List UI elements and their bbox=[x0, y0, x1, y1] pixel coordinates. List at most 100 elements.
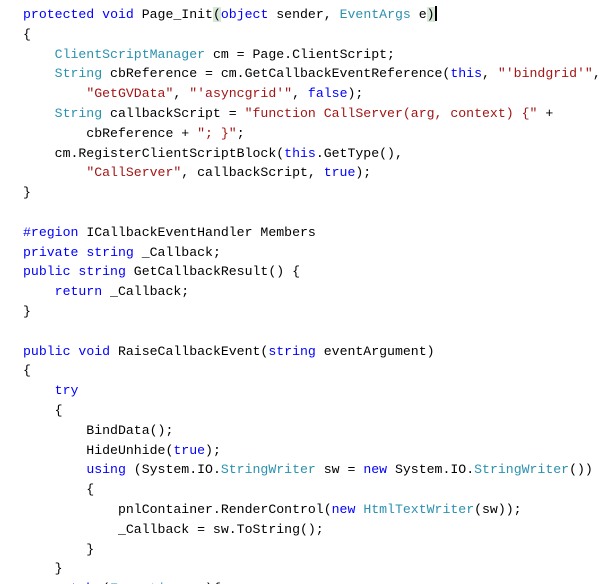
code-token-kw: string bbox=[86, 244, 134, 260]
code-token-plain: BindData(); bbox=[23, 422, 174, 438]
code-token-kw: true bbox=[173, 442, 206, 458]
code-token-plain: ICallbackEventHandler Members bbox=[78, 224, 316, 240]
code-token-str: "'asyncgrid'" bbox=[189, 86, 293, 102]
code-line[interactable]: ClientScriptManager cm = Page.ClientScri… bbox=[23, 45, 604, 65]
code-token-plain: RaiseCallbackEvent( bbox=[110, 343, 269, 359]
code-token-plain: { bbox=[23, 482, 95, 498]
code-line[interactable]: } bbox=[23, 183, 604, 203]
code-token-plain: Page_Init bbox=[133, 7, 213, 22]
code-line[interactable]: return _Callback; bbox=[23, 282, 604, 302]
code-text-area[interactable]: protected void Page_Init(object sender, … bbox=[23, 5, 604, 584]
code-token-type: EventArgs bbox=[339, 7, 411, 22]
code-line[interactable]: public void RaiseCallbackEvent(string ev… bbox=[23, 342, 604, 362]
code-token-type: StringWriter bbox=[474, 462, 570, 478]
code-line[interactable]: { bbox=[23, 25, 604, 45]
code-token-plain: { bbox=[23, 363, 31, 379]
code-token-kw: private bbox=[23, 244, 79, 260]
code-token-kw: using bbox=[86, 462, 126, 478]
code-token-type: String bbox=[54, 66, 103, 82]
code-line[interactable]: catch (Exception ex){ bbox=[23, 579, 604, 584]
code-token-plain: System.IO. bbox=[387, 462, 475, 478]
code-token-plain: + bbox=[537, 105, 554, 121]
code-token-plain: ) bbox=[426, 7, 435, 22]
code-line[interactable]: private string _Callback; bbox=[23, 243, 604, 263]
code-line[interactable]: { bbox=[23, 480, 604, 500]
code-token-plain: pnlContainer.RenderControl( bbox=[23, 501, 332, 517]
code-token-plain: ); bbox=[347, 86, 364, 102]
code-line[interactable]: { bbox=[23, 401, 604, 421]
code-token-plain: } bbox=[23, 185, 31, 201]
code-line[interactable]: protected void Page_Init(object sender, … bbox=[23, 5, 604, 25]
code-token-plain: sender, bbox=[268, 7, 340, 22]
code-line[interactable] bbox=[23, 322, 604, 342]
code-line[interactable]: using (System.IO.StringWriter sw = new S… bbox=[23, 460, 604, 480]
code-token-kw: false bbox=[307, 86, 348, 102]
code-token-str: "; }" bbox=[197, 125, 237, 141]
code-token-plain: } bbox=[23, 541, 95, 557]
code-token-str: "CallServer" bbox=[86, 165, 182, 181]
code-token-plain: eventArgument) bbox=[315, 343, 435, 359]
code-token-kw: protected bbox=[23, 7, 95, 22]
code-token-plain: (sw)); bbox=[474, 501, 522, 517]
code-line[interactable]: String cbReference = cm.GetCallbackEvent… bbox=[23, 64, 604, 84]
code-token-type: String bbox=[54, 105, 103, 121]
code-token-kw: public bbox=[23, 264, 71, 280]
code-line[interactable]: "CallServer", callbackScript, true); bbox=[23, 163, 604, 183]
code-token-kw: string bbox=[78, 264, 126, 280]
code-token-str: "'bindgrid'" bbox=[497, 66, 593, 82]
code-line[interactable]: HideUnhide(true); bbox=[23, 441, 604, 461]
code-token-plain: , bbox=[292, 86, 308, 102]
code-line[interactable]: BindData(); bbox=[23, 421, 604, 441]
code-token-plain: ()) bbox=[569, 462, 593, 478]
code-line[interactable]: cm.RegisterClientScriptBlock(this.GetTyp… bbox=[23, 144, 604, 164]
code-token-kw: return bbox=[54, 284, 103, 300]
code-line[interactable]: } bbox=[23, 559, 604, 579]
code-line[interactable]: #region ICallbackEventHandler Members bbox=[23, 223, 604, 243]
code-token-plain: cm.RegisterClientScriptBlock( bbox=[23, 145, 285, 161]
code-token-kw: this bbox=[450, 66, 483, 82]
code-line[interactable]: try bbox=[23, 381, 604, 401]
code-token-kw: object bbox=[220, 7, 269, 22]
code-line[interactable]: cbReference + "; }"; bbox=[23, 124, 604, 144]
code-token-plain: } bbox=[23, 561, 63, 577]
code-line[interactable]: } bbox=[23, 302, 604, 322]
code-line[interactable]: "GetGVData", "'asyncgrid'", false); bbox=[23, 84, 604, 104]
code-token-plain: { bbox=[23, 402, 63, 418]
code-line[interactable]: _Callback = sw.ToString(); bbox=[23, 520, 604, 540]
code-line[interactable] bbox=[23, 203, 604, 223]
code-line[interactable]: pnlContainer.RenderControl(new HtmlTextW… bbox=[23, 500, 604, 520]
code-token-kw: public bbox=[23, 343, 71, 359]
code-token-plain: _Callback; bbox=[102, 284, 190, 300]
text-caret bbox=[434, 6, 437, 21]
code-line[interactable]: public string GetCallbackResult() { bbox=[23, 262, 604, 282]
code-token-kw: try bbox=[54, 383, 79, 399]
code-token-kw: new bbox=[363, 462, 388, 478]
code-token-kw: string bbox=[268, 343, 316, 359]
code-line[interactable]: String callbackScript = "function CallSe… bbox=[23, 104, 604, 124]
code-token-plain: , bbox=[592, 66, 601, 82]
code-token-plain: , callbackScript, bbox=[181, 165, 324, 181]
code-token-plain: ); bbox=[205, 442, 221, 458]
code-token-plain: , bbox=[173, 86, 190, 102]
code-token-plain: } bbox=[23, 303, 31, 319]
code-token-plain: cm = Page.ClientScript; bbox=[205, 46, 395, 62]
code-token-kw: new bbox=[331, 501, 356, 517]
code-token-plain: _Callback = sw.ToString(); bbox=[23, 521, 324, 537]
code-token-plain: ; bbox=[236, 125, 245, 141]
code-token-kw: true bbox=[323, 165, 356, 181]
code-line[interactable]: } bbox=[23, 540, 604, 560]
code-token-str: "GetGVData" bbox=[86, 86, 174, 102]
code-token-plain: callbackScript = bbox=[102, 105, 245, 121]
code-token-plain: GetCallbackResult() { bbox=[125, 264, 300, 280]
code-line[interactable]: { bbox=[23, 361, 604, 381]
code-editor-pane[interactable]: protected void Page_Init(object sender, … bbox=[0, 0, 604, 584]
code-token-blank bbox=[23, 324, 31, 339]
code-token-plain: HideUnhide( bbox=[23, 442, 174, 458]
code-token-plain: { bbox=[23, 26, 31, 42]
